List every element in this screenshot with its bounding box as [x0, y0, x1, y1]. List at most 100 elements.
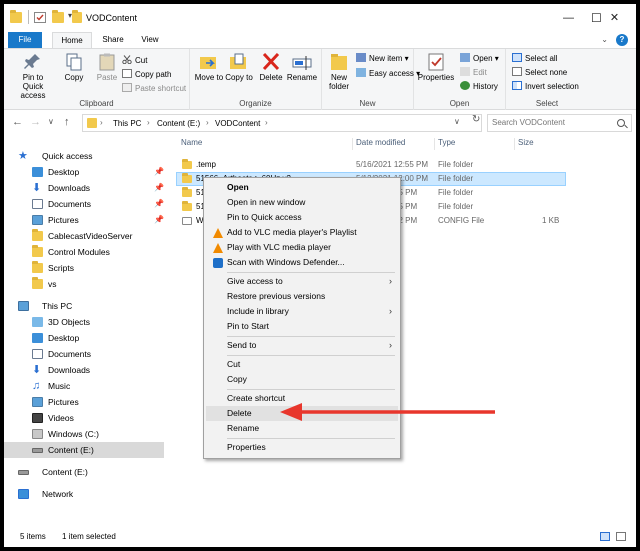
properties-button[interactable]: Properties: [416, 53, 456, 82]
tab-file[interactable]: File: [8, 32, 42, 48]
column-date-modified[interactable]: Date modified: [356, 138, 405, 147]
copy-to-icon: [229, 53, 249, 71]
menu-item-scan-defender[interactable]: Scan with Windows Defender...: [206, 255, 398, 270]
new-folder-quick-icon[interactable]: [52, 10, 64, 23]
new-folder-button[interactable]: New folder: [324, 53, 354, 91]
select-all-label: Select all: [525, 54, 558, 63]
copy-button[interactable]: Copy: [60, 53, 88, 82]
crumb-separator: ›: [147, 118, 150, 127]
column-separator[interactable]: [352, 138, 353, 150]
nav-pictures-pc[interactable]: Pictures: [4, 394, 164, 410]
nav-scripts[interactable]: Scripts: [4, 260, 164, 276]
chevron-down-icon[interactable]: ⌄: [601, 35, 608, 44]
menu-item-pin-start[interactable]: Pin to Start: [206, 319, 398, 334]
nav-documents-pc[interactable]: Documents: [4, 346, 164, 362]
large-icons-view-icon[interactable]: [616, 532, 626, 541]
nav-content-e-drive-label: Content (E:): [42, 467, 88, 477]
recent-dropdown-icon[interactable]: ∨: [48, 117, 54, 126]
open-ribbon-button[interactable]: Open ▾: [460, 53, 499, 65]
nav-documents[interactable]: Documents 📌: [4, 196, 164, 212]
menu-item-rename[interactable]: Rename: [206, 421, 398, 436]
invert-selection-icon: [512, 81, 522, 90]
new-item-button[interactable]: New item ▾: [356, 53, 409, 65]
menu-item-include-library[interactable]: Include in library ›: [206, 304, 398, 319]
menu-item-vlc-add-playlist[interactable]: Add to VLC media player's Playlist: [206, 225, 398, 240]
menu-item-properties[interactable]: Properties: [206, 440, 398, 455]
nav-videos[interactable]: Videos: [4, 410, 164, 426]
paste-shortcut-button[interactable]: Paste shortcut: [122, 83, 186, 95]
refresh-icon[interactable]: ↻: [472, 114, 480, 125]
nav-control-modules[interactable]: Control Modules: [4, 244, 164, 260]
nav-vs[interactable]: vs: [4, 276, 164, 292]
pictures-icon: [32, 397, 43, 407]
nav-desktop-pc[interactable]: Desktop: [4, 330, 164, 346]
tab-view[interactable]: View: [134, 32, 166, 48]
nav-this-pc[interactable]: This PC: [4, 298, 164, 314]
column-separator[interactable]: [434, 138, 435, 150]
menu-item-give-access[interactable]: Give access to ›: [206, 274, 398, 289]
table-row[interactable]: .temp 5/16/2021 12:55 PM File folder: [176, 158, 566, 172]
nav-downloads[interactable]: ⬇ Downloads 📌: [4, 180, 164, 196]
easy-access-button[interactable]: Easy access ▾: [356, 68, 420, 80]
crumb-vodcontent[interactable]: VODContent: [215, 119, 260, 128]
menu-item-send-to[interactable]: Send to ›: [206, 338, 398, 353]
address-dropdown-icon[interactable]: ∨: [454, 117, 460, 126]
nav-windows-c[interactable]: Windows (C:): [4, 426, 164, 442]
crumb-this-pc[interactable]: This PC: [113, 119, 141, 128]
nav-network[interactable]: Network: [4, 486, 164, 502]
close-button[interactable]: ✕: [592, 4, 636, 32]
back-arrow-icon[interactable]: ←: [12, 116, 23, 128]
menu-item-vlc-play[interactable]: Play with VLC media player: [206, 240, 398, 255]
delete-ribbon-button[interactable]: Delete: [256, 52, 286, 82]
nav-desktop[interactable]: Desktop 📌: [4, 164, 164, 180]
search-box[interactable]: [487, 114, 632, 132]
help-icon[interactable]: ?: [616, 34, 628, 46]
move-to-button[interactable]: Move to: [194, 53, 224, 82]
menu-item-cut[interactable]: Cut: [206, 357, 398, 372]
nav-cablecast[interactable]: CablecastVideoServer: [4, 228, 164, 244]
select-all-button[interactable]: Select all: [512, 53, 557, 65]
nav-pictures[interactable]: Pictures 📌: [4, 212, 164, 228]
drive-icon: [32, 429, 43, 439]
invert-selection-button[interactable]: Invert selection: [512, 81, 579, 93]
menu-item-pin-quick-access[interactable]: Pin to Quick access: [206, 210, 398, 225]
nav-quick-access[interactable]: ★ Quick access: [4, 148, 164, 164]
copy-path-button[interactable]: Copy path: [122, 69, 171, 81]
forward-arrow-icon[interactable]: →: [30, 116, 41, 128]
address-field[interactable]: › This PC › Content (E:) › VODContent ›: [82, 114, 482, 132]
menu-item-copy[interactable]: Copy: [206, 372, 398, 387]
nav-3d-objects[interactable]: 3D Objects: [4, 314, 164, 330]
properties-quick-icon[interactable]: [34, 12, 46, 23]
nav-content-e-drive[interactable]: Content (E:): [4, 464, 164, 480]
rename-button[interactable]: Rename: [286, 53, 318, 82]
details-view-icon[interactable]: [600, 532, 610, 541]
nav-downloads-pc[interactable]: ⬇ Downloads: [4, 362, 164, 378]
column-separator[interactable]: [514, 138, 515, 150]
edit-button[interactable]: Edit: [460, 67, 487, 79]
pin-quick-access-button[interactable]: Pin to Quick access: [12, 53, 54, 100]
tab-home[interactable]: Home: [52, 32, 92, 48]
paste-shortcut-icon: [122, 83, 132, 92]
menu-item-open-new-window[interactable]: Open in new window: [206, 195, 398, 210]
paste-button[interactable]: Paste: [92, 53, 122, 82]
status-item-count: 5 items: [20, 532, 46, 541]
crumb-content-e[interactable]: Content (E:): [157, 119, 200, 128]
menu-item-restore-versions[interactable]: Restore previous versions: [206, 289, 398, 304]
tab-share[interactable]: Share: [96, 32, 130, 48]
nav-music[interactable]: ♫ Music: [4, 378, 164, 394]
network-icon: [18, 489, 29, 499]
select-none-button[interactable]: Select none: [512, 67, 567, 79]
column-size[interactable]: Size: [518, 138, 534, 147]
menu-item-open[interactable]: Open: [206, 180, 398, 195]
crumb-separator: ›: [265, 118, 268, 127]
cut-button[interactable]: Cut: [122, 55, 147, 67]
column-name[interactable]: Name: [181, 138, 202, 147]
column-type[interactable]: Type: [438, 138, 455, 147]
history-button[interactable]: History: [460, 81, 498, 93]
up-arrow-icon[interactable]: ↑: [64, 116, 70, 128]
select-group: Select all Select none Invert selection …: [506, 49, 588, 110]
search-input[interactable]: [492, 118, 602, 127]
copy-to-button[interactable]: Copy to: [224, 53, 254, 82]
minimize-button[interactable]: —: [546, 4, 591, 32]
nav-content-e[interactable]: Content (E:): [4, 442, 164, 458]
